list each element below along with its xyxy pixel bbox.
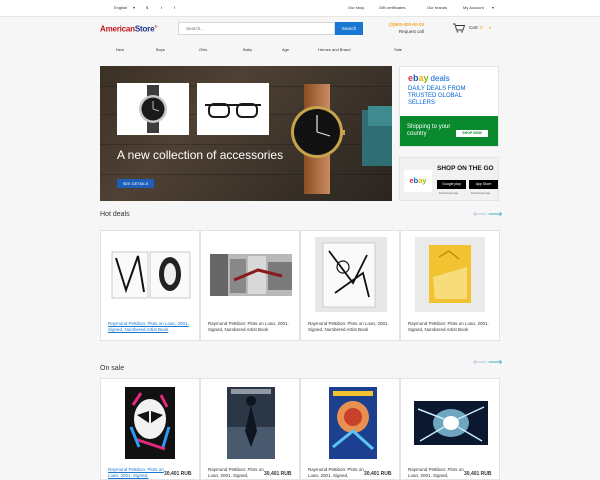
ebay-logo-letter-y: y: [423, 73, 429, 83]
arrow-right-icon[interactable]: ⟶: [488, 358, 502, 368]
arrow-left-icon[interactable]: ⟵: [473, 210, 487, 220]
ebay-deals-ad[interactable]: ebay deals DAILY DEALS FROM TRUSTED GLOBA…: [399, 66, 499, 147]
our-shop-link[interactable]: Our shop: [348, 5, 364, 10]
product-price: 30,401 RUB: [364, 471, 392, 477]
nav-item-heroes-and-brand[interactable]: Heroes and Brand: [318, 47, 350, 52]
logo[interactable]: AmericanStore®: [100, 24, 157, 34]
see-details-button[interactable]: SEE DETAILS: [117, 179, 154, 188]
phone-number: (3)800-000-00-00: [389, 22, 425, 27]
nav-item-baby[interactable]: Baby: [243, 47, 252, 52]
logo-part-store: Store: [134, 24, 155, 34]
notebook-image: [362, 106, 392, 166]
shop-now-button[interactable]: SHOP NOW: [456, 130, 488, 137]
top-bar: English ▾ $ t f Our shop Gift certificat…: [0, 0, 600, 17]
product-name[interactable]: Raymond Pettibon: Plots on Loan, 2001. S…: [308, 467, 364, 478]
shop-on-the-go-headline: SHOP ON THE GO: [437, 165, 494, 172]
hot-deals-title: Hot deals: [100, 211, 130, 218]
chevron-down-icon[interactable]: ▾: [492, 5, 494, 10]
product-card[interactable]: Raymond Pettibon: Plots on Loan, 2001. S…: [300, 378, 400, 480]
product-image[interactable]: [208, 250, 294, 300]
logo-part-american: American: [100, 24, 135, 34]
arrow-left-icon[interactable]: ⟵: [473, 358, 487, 368]
main-nav: New Boys Girls Baby Age Heroes and Brand…: [0, 44, 600, 56]
hero-banner[interactable]: A new collection of accessories SEE DETA…: [100, 66, 392, 201]
twitter-icon[interactable]: t: [161, 5, 162, 10]
header: AmericanStore® Search (3)800-000-00-00 R…: [0, 17, 600, 41]
nav-item-sale[interactable]: Sale: [394, 47, 402, 52]
ebay-app-logo: ebay: [404, 170, 432, 192]
google-play-badge[interactable]: Google play: [437, 180, 466, 189]
product-card[interactable]: Raymond Pettibon: Plots on Loan, 2001. S…: [100, 230, 200, 341]
cart-icon[interactable]: [453, 23, 465, 33]
product-image[interactable]: [414, 401, 488, 445]
product-card[interactable]: Raymond Pettibon: Plots on Loan, 2001. S…: [200, 378, 300, 480]
ebay-tagline: DAILY DEALS FROM TRUSTED GLOBAL SELLERS: [408, 86, 466, 106]
product-name[interactable]: Raymond Pettibon: Plots on Loan, 2001. S…: [208, 467, 264, 478]
product-name[interactable]: Raymond Pettibon: Plots on Loan, 2001. S…: [408, 321, 496, 332]
facebook-icon[interactable]: f: [174, 5, 175, 10]
ebay-logo: ebay deals: [408, 73, 450, 83]
ebay-shipping-banner: Shipping to your country SHOP NOW: [400, 116, 498, 146]
on-sale-title: On sale: [100, 365, 125, 372]
product-name[interactable]: Raymond Pettibon: Plots on Loan, 2001. S…: [208, 321, 296, 332]
download-app-label: Download app: [471, 191, 491, 195]
product-card[interactable]: Raymond Pettibon: Plots on Loan, 2001. S…: [400, 230, 500, 341]
search-input[interactable]: [178, 22, 335, 35]
cart-label: Cart:: [469, 25, 479, 30]
app-store-badge[interactable]: App Store: [469, 180, 498, 189]
product-card[interactable]: Raymond Pettibon: Plots on Loan, 2001. S…: [100, 378, 200, 480]
download-app-label: Download app: [439, 191, 459, 195]
chevron-down-icon[interactable]: ▾: [133, 5, 135, 10]
logo-mark: ®: [154, 24, 158, 29]
product-price: 30,401 RUB: [264, 471, 292, 477]
cart-button[interactable]: Cart: 0: [469, 25, 483, 30]
ebay-app-ad[interactable]: ebay SHOP ON THE GO Google play App Stor…: [399, 157, 499, 201]
ebay-shipping-text: Shipping to your country: [407, 124, 451, 137]
arrow-right-icon[interactable]: ⟶: [488, 210, 502, 220]
product-image[interactable]: [110, 250, 192, 300]
language-selector[interactable]: English: [114, 5, 127, 10]
gift-certificates-link[interactable]: Gift certificates: [379, 5, 405, 10]
nav-item-age[interactable]: Age: [282, 47, 289, 52]
my-account-link[interactable]: My Account: [463, 5, 484, 10]
request-call-link[interactable]: Request call: [399, 29, 424, 34]
currency-selector[interactable]: $: [146, 5, 148, 10]
product-name[interactable]: Raymond Pettibon: Plots on Loan, 2001. S…: [108, 467, 164, 478]
ebay-deals-word: deals: [430, 74, 450, 83]
hero-title: A new collection of accessories: [117, 148, 284, 162]
nav-item-boys[interactable]: Boys: [156, 47, 165, 52]
product-card[interactable]: Raymond Pettibon: Plots on Loan, 2001. S…: [200, 230, 300, 341]
watch-photo: [117, 83, 189, 135]
nav-item-new[interactable]: New: [116, 47, 124, 52]
wristwatch-image: [291, 84, 345, 194]
nav-item-girls[interactable]: Girls: [199, 47, 207, 52]
glasses-photo: [197, 83, 269, 135]
product-card[interactable]: Raymond Pettibon: Plots on Loan, 2001. S…: [400, 378, 500, 480]
product-name[interactable]: Raymond Pettibon: Plots on Loan, 2001. S…: [308, 321, 396, 332]
product-image[interactable]: [329, 387, 377, 459]
search-button[interactable]: Search: [335, 22, 363, 35]
product-price: 30,401 RUB: [164, 471, 192, 477]
product-image[interactable]: [125, 387, 175, 459]
carousel-dots: [358, 192, 385, 201]
cart-count: 0: [480, 25, 483, 30]
ebay-logo-letter-y: y: [422, 176, 427, 185]
chevron-down-icon[interactable]: ▾: [489, 25, 491, 30]
product-name[interactable]: Raymond Pettibon: Plots on Loan, 2001. S…: [408, 467, 464, 478]
product-image[interactable]: [227, 387, 275, 459]
product-image[interactable]: [415, 237, 485, 312]
our-brands-link[interactable]: Our brands: [427, 5, 447, 10]
product-price: 30,401 RUB: [464, 471, 492, 477]
product-card[interactable]: Raymond Pettibon: Plots on Loan, 2001. S…: [300, 230, 400, 341]
product-name[interactable]: Raymond Pettibon: Plots on Loan, 2001. S…: [108, 321, 196, 332]
product-image[interactable]: [315, 237, 387, 312]
